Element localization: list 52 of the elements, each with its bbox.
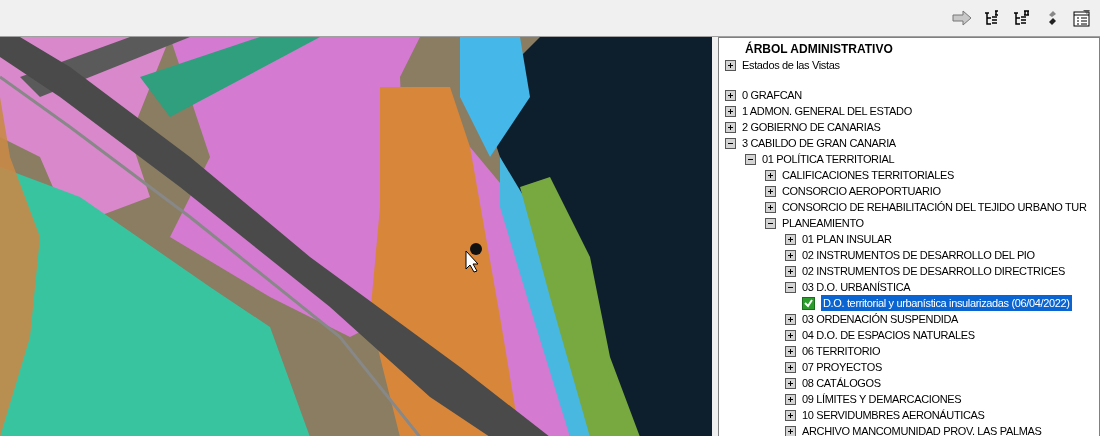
tree-list-icon bbox=[1012, 10, 1032, 26]
expand-icon[interactable] bbox=[785, 249, 796, 261]
tree-item[interactable]: 02 INSTRUMENTOS DE DESARROLLO DEL PIO bbox=[802, 247, 1035, 263]
tree-item[interactable]: 03 D.O. URBANÍSTICA bbox=[802, 279, 911, 295]
tree-item[interactable]: 01 PLAN INSULAR bbox=[802, 231, 892, 247]
collapse-icon[interactable] bbox=[745, 153, 756, 165]
expand-icon[interactable] bbox=[765, 185, 776, 197]
expand-icon[interactable] bbox=[785, 409, 796, 421]
expand-icon[interactable] bbox=[725, 121, 736, 133]
tree-item[interactable]: CONSORCIO AEROPORTUARIO bbox=[782, 183, 941, 199]
tree-item[interactable]: 08 CATÁLOGOS bbox=[802, 375, 881, 391]
tree-item[interactable]: 09 LÍMITES Y DEMARCACIONES bbox=[802, 391, 962, 407]
expand-icon[interactable] bbox=[785, 393, 796, 405]
tree-item[interactable]: CALIFICACIONES TERRITORIALES bbox=[782, 167, 954, 183]
expand-icon[interactable] bbox=[785, 233, 796, 245]
info-cursor-icon bbox=[465, 243, 482, 273]
collapse-icon[interactable] bbox=[725, 137, 736, 149]
expand-icon[interactable] bbox=[765, 169, 776, 181]
expand-icon[interactable] bbox=[785, 361, 796, 373]
expand-icon[interactable] bbox=[725, 105, 736, 117]
panel-title: ÁRBOL ADMINISTRATIVO bbox=[744, 41, 894, 57]
tree-list-icon bbox=[983, 10, 1001, 26]
tree-item[interactable]: 2 GOBIERNO DE CANARIAS bbox=[742, 119, 881, 135]
tree-item[interactable]: 1 ADMON. GENERAL DEL ESTADO bbox=[742, 103, 912, 119]
expand-icon[interactable] bbox=[725, 59, 736, 71]
expand-icon[interactable] bbox=[725, 89, 736, 101]
tree-item[interactable]: CONSORCIO DE REHABILITACIÓN DEL TEJIDO URBANO TUR bbox=[782, 199, 1087, 215]
expand-icon[interactable] bbox=[785, 329, 796, 341]
tree-item[interactable]: 04 D.O. DE ESPACIOS NATURALES bbox=[802, 327, 975, 343]
tree-item[interactable]: PLANEAMIENTO bbox=[782, 215, 864, 231]
tree-item[interactable]: Estados de las Vistas bbox=[742, 57, 840, 73]
expand-icon[interactable] bbox=[785, 377, 796, 389]
expand-icon[interactable] bbox=[785, 313, 796, 325]
tree-item[interactable]: 10 SERVIDUMBRES AERONÁUTICAS bbox=[802, 407, 985, 423]
tree-item[interactable]: 3 CABILDO DE GRAN CANARIA bbox=[742, 135, 896, 151]
tree-item[interactable]: D.O. territorial y urbanística insularizadas (06/04/2022) bbox=[821, 295, 1072, 311]
checkbox[interactable] bbox=[802, 296, 815, 310]
expand-icon[interactable] bbox=[765, 201, 776, 213]
tree-item[interactable]: 03 ORDENACIÓN SUSPENDIDA bbox=[802, 311, 959, 327]
tree-item[interactable]: 0 GRAFCAN bbox=[742, 87, 802, 103]
properties-icon bbox=[1073, 9, 1091, 27]
tree-item[interactable]: 06 TERRITORIO bbox=[802, 343, 881, 359]
collapse-icon[interactable] bbox=[765, 217, 776, 229]
tree-item[interactable]: 02 INSTRUMENTOS DE DESARROLLO DIRECTRICES bbox=[802, 263, 1065, 279]
tree-item[interactable]: ARCHIVO MANCOMUNIDAD PROV. LAS PALMAS bbox=[802, 423, 1042, 436]
forward-arrow-icon bbox=[952, 10, 972, 26]
expand-icon[interactable] bbox=[785, 345, 796, 357]
tree-item[interactable]: 07 PROYECTOS bbox=[802, 359, 882, 375]
tree-item[interactable]: 01 POLÍTICA TERRITORIAL bbox=[762, 151, 895, 167]
expand-icon[interactable] bbox=[785, 265, 796, 277]
collapse-icon[interactable] bbox=[785, 281, 796, 293]
expand-icon[interactable] bbox=[785, 425, 796, 436]
